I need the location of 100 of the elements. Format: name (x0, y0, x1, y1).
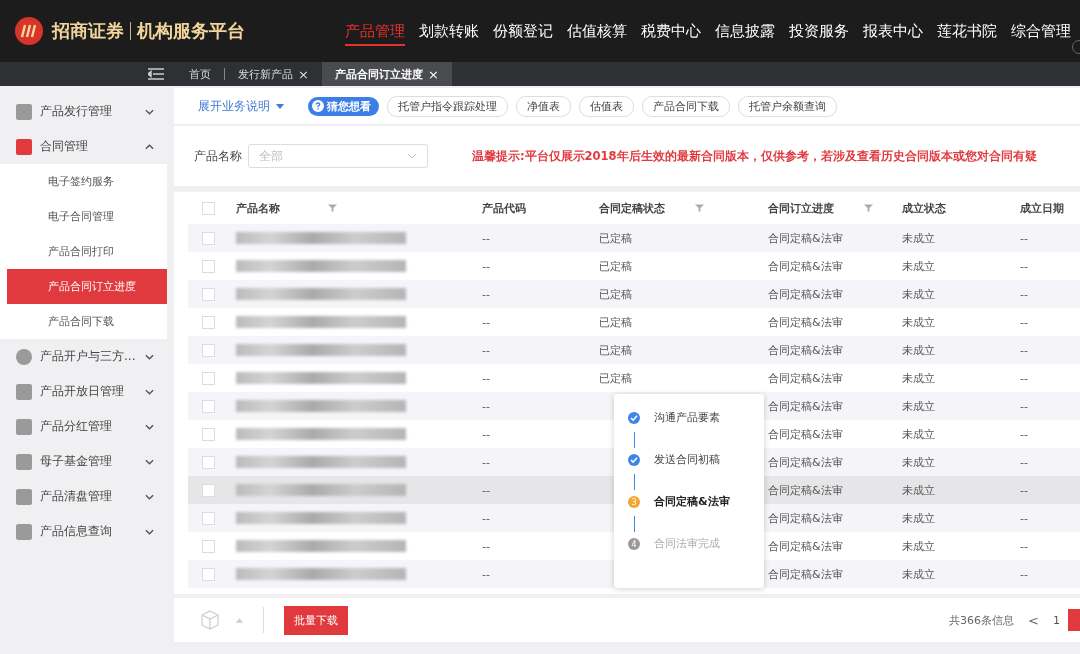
checkbox[interactable] (201, 259, 215, 273)
filter-icon[interactable] (328, 204, 337, 212)
table-cell: -- (1020, 343, 1028, 357)
table-cell: -- (1020, 259, 1028, 273)
table-cell: 未成立 (902, 426, 935, 442)
checkbox[interactable] (201, 399, 215, 413)
checkbox[interactable] (201, 511, 215, 525)
checkbox[interactable] (201, 455, 215, 469)
submenu-item[interactable]: 产品合同打印 (0, 234, 167, 269)
nav-item[interactable]: 信息披露 (715, 16, 775, 46)
submenu-item[interactable]: 产品合同订立进度 (7, 269, 167, 304)
checkbox[interactable] (201, 483, 215, 497)
close-icon[interactable]: × (427, 66, 439, 82)
table-cell: 未成立 (902, 510, 935, 526)
checkbox[interactable] (201, 567, 215, 581)
sidebar-item[interactable]: 产品开户与三方... (0, 339, 174, 374)
chevron-icon (145, 388, 154, 395)
table-cell: -- (482, 483, 490, 497)
table-cell: 未成立 (902, 454, 935, 470)
checkbox[interactable] (201, 231, 215, 245)
sidebar-item[interactable]: 产品信息查询 (0, 514, 174, 549)
shortcut-chip[interactable]: 净值表 (516, 95, 571, 117)
table-cell: -- (1020, 399, 1028, 413)
table-cell: -- (482, 539, 490, 553)
table-cell: 合同定稿&法审 (768, 566, 843, 582)
table-cell: -- (1020, 455, 1028, 469)
table-cell: -- (482, 287, 490, 301)
menu-icon[interactable] (148, 68, 164, 80)
column-header: 产品代码 (482, 200, 526, 216)
nav-item[interactable]: 划款转账 (419, 16, 479, 46)
expand-link[interactable]: 展开业务说明 (198, 97, 284, 115)
caret-icon[interactable] (236, 617, 243, 623)
page-button[interactable] (1068, 609, 1080, 631)
sidebar-item[interactable]: 产品分红管理 (0, 409, 174, 444)
column-header: 合同定稿状态 (599, 200, 665, 216)
table-cell: -- (1020, 511, 1028, 525)
sidebar-item[interactable]: 产品发行管理 (0, 94, 174, 129)
nav-item[interactable]: 报表中心 (863, 16, 923, 46)
checkbox[interactable] (201, 371, 215, 385)
chevron-icon (145, 353, 154, 360)
column-header: 成立日期 (1020, 200, 1064, 216)
page-button[interactable]: 1 (1053, 613, 1060, 627)
table-cell: 已定稿 (599, 258, 632, 274)
nav-item[interactable]: 综合管理 (1011, 16, 1071, 46)
table-cell: 未成立 (902, 370, 935, 386)
table-cell: 未成立 (902, 538, 935, 554)
nav-item[interactable]: 产品管理 (345, 16, 405, 46)
checkbox[interactable] (201, 539, 215, 553)
cube-icon (200, 610, 220, 630)
checkbox[interactable] (201, 315, 215, 329)
sidebar-item[interactable]: 产品清盘管理 (0, 479, 174, 514)
page-tab[interactable]: 产品合同订立进度 × (321, 62, 452, 86)
page-tab[interactable]: 首页 (176, 62, 224, 86)
step-label: 沟通产品要素 (654, 412, 720, 426)
page-tab[interactable]: 发行新产品 × (225, 62, 322, 86)
notice-text: 温馨提示:平台仅展示2018年后生效的最新合同版本，仅供参考，若涉及查看历史合同版本或您对合同有疑 (472, 148, 1037, 164)
chevron-icon (145, 108, 154, 115)
submenu-item[interactable]: 产品合同下载 (0, 304, 167, 339)
batch-download-button[interactable]: 批量下载 (284, 605, 348, 635)
table-cell: 已定稿 (599, 230, 632, 246)
nav-item[interactable]: 税费中心 (641, 16, 701, 46)
shortcut-chip[interactable]: 估值表 (579, 95, 634, 117)
total-count: 共366条信息 (949, 612, 1015, 628)
submenu-item[interactable]: 电子签约服务 (0, 164, 167, 199)
step-label: 合同法审完成 (654, 538, 720, 552)
submenu-item[interactable]: 电子合同管理 (0, 199, 167, 234)
column-header: 合同订立进度 (768, 200, 834, 216)
prev-page-button[interactable]: < (1028, 612, 1039, 628)
shortcut-chip[interactable]: 托管户余额查询 (738, 95, 837, 117)
filter-icon[interactable] (864, 204, 873, 212)
table-cell: 合同定稿&法审 (768, 454, 843, 470)
shortcut-chip[interactable]: 产品合同下载 (642, 95, 730, 117)
square-icon (16, 488, 32, 505)
table-cell: 未成立 (902, 258, 935, 274)
sidebar-item[interactable]: 母子基金管理 (0, 444, 174, 479)
sidebar-item[interactable]: 合同管理 (0, 129, 174, 164)
checkbox[interactable] (201, 343, 215, 357)
table-cell: 合同定稿&法审 (768, 538, 843, 554)
checkbox[interactable] (201, 287, 215, 301)
close-icon[interactable]: × (298, 66, 309, 82)
brand-name: 招商证券 (52, 19, 124, 43)
table-cell: -- (1020, 567, 1028, 581)
nav-item[interactable]: 莲花书院 (937, 16, 997, 46)
table-cell: 已定稿 (599, 342, 632, 358)
checkbox[interactable] (201, 427, 215, 441)
chevron-icon (145, 423, 154, 430)
table-cell: -- (1020, 231, 1028, 245)
table-cell: -- (482, 371, 490, 385)
nav-item[interactable]: 份额登记 (493, 16, 553, 46)
nav-item[interactable]: 投资服务 (789, 16, 849, 46)
sidebar-item[interactable]: 产品开放日管理 (0, 374, 174, 409)
checkbox[interactable] (201, 201, 215, 215)
table-cell: 未成立 (902, 482, 935, 498)
table-cell: -- (482, 399, 490, 413)
table-cell: 未成立 (902, 398, 935, 414)
table-cell: -- (482, 511, 490, 525)
nav-item[interactable]: 估值核算 (567, 16, 627, 46)
shortcut-chip[interactable]: 托管户指令跟踪处理 (387, 95, 508, 117)
table-cell: 合同定稿&法审 (768, 482, 843, 498)
filter-icon[interactable] (695, 204, 704, 212)
